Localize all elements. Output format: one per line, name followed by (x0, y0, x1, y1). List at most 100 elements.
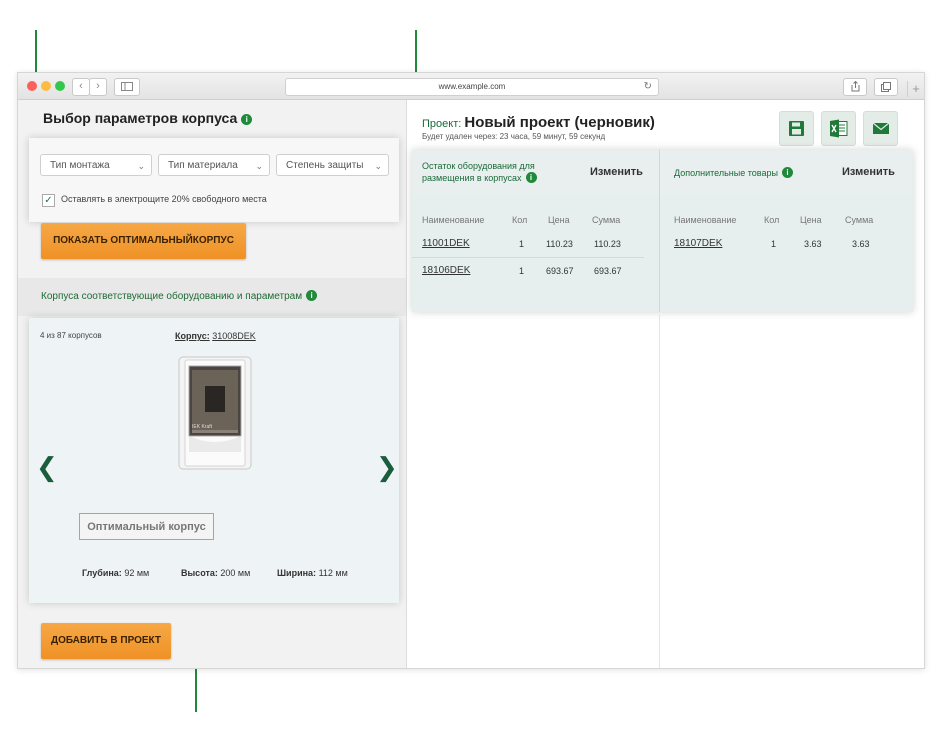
back-button[interactable]: ‹ (72, 78, 90, 96)
sidebar-icon (121, 82, 133, 91)
browser-window: ‹ › www.example.com ↻ + Выбор параметров… (17, 72, 925, 669)
tabs-button[interactable] (874, 78, 898, 96)
excel-icon (830, 119, 848, 138)
item-price: 693.67 (546, 266, 574, 276)
extra-title-text: Дополнительные товары (674, 168, 778, 178)
col-qty: Кол (764, 215, 780, 225)
item-name-link[interactable]: 18106DEK (422, 265, 470, 276)
remainder-title: Остаток оборудования для размещения в ко… (422, 160, 537, 184)
extra-title: Дополнительные товары i (674, 167, 793, 179)
new-tab-button[interactable]: + (907, 81, 924, 97)
item-sum: 110.23 (594, 239, 621, 249)
item-price: 3.63 (804, 239, 822, 249)
result-counter: 4 из 87 корпусов (40, 331, 102, 340)
brand-logo-text: IEK Kraft (192, 424, 213, 430)
height-label: Высота: (181, 568, 218, 578)
extra-header: Дополнительные товары i Изменить (660, 150, 913, 194)
equipment-card: Остаток оборудования для размещения в ко… (412, 150, 913, 312)
close-window-icon[interactable] (27, 81, 37, 91)
remainder-title-line1: Остаток оборудования для (422, 161, 535, 171)
save-button[interactable] (779, 111, 814, 146)
address-bar[interactable]: www.example.com ↻ (285, 78, 659, 96)
section-title: Корпуса соответствующие оборудованию и п… (41, 290, 318, 302)
add-to-project-button[interactable]: ДОБАВИТЬ В ПРОЕКТ (41, 623, 171, 659)
protection-degree-label: Степень защиты (286, 160, 364, 171)
enclosure-result-card: 4 из 87 корпусов Корпус: 31008DEK IEK Kr… (29, 318, 399, 603)
item-sum: 3.63 (852, 239, 870, 249)
show-optimal-button[interactable]: ПОКАЗАТЬ ОПТИМАЛЬНЫЙКОРПУС (41, 223, 246, 259)
chevron-down-icon: ⌄ (137, 161, 145, 171)
material-type-select[interactable]: Тип материала ⌄ (158, 154, 270, 176)
info-icon[interactable]: i (241, 114, 253, 125)
item-sum: 693.67 (594, 266, 622, 276)
depth-value: 92 мм (124, 568, 150, 578)
sidebar-toggle-button[interactable] (114, 78, 140, 96)
depth-label: Глубина: (82, 568, 122, 578)
col-name: Наименование (674, 215, 737, 225)
save-icon (789, 121, 804, 136)
project-prefix: Проект: (422, 118, 462, 130)
forward-button[interactable]: › (89, 78, 107, 96)
enclosure-image: IEK Kraft (178, 356, 252, 470)
edit-extra-button[interactable]: Изменить (842, 166, 895, 178)
height-dimension: Высота: 200 мм (181, 568, 250, 578)
export-excel-button[interactable] (821, 111, 856, 146)
next-arrow-icon[interactable]: ❯ (376, 453, 398, 483)
mount-type-select[interactable]: Тип монтажа ⌄ (40, 154, 152, 176)
material-type-label: Тип материала (168, 160, 238, 171)
corpus-value: 31008DEK (212, 331, 256, 341)
edit-remainder-button[interactable]: Изменить (590, 166, 643, 178)
project-name: Новый проект (черновик) (464, 114, 655, 131)
left-panel: Выбор параметров корпуса i Тип монтажа ⌄ Т… (18, 100, 407, 668)
width-label: Ширина: (277, 568, 317, 578)
page-content: Выбор параметров корпуса i Тип монтажа ⌄ Т… (18, 100, 924, 668)
height-value: 200 мм (220, 568, 251, 578)
info-icon[interactable]: i (525, 172, 537, 183)
col-sum: Сумма (845, 215, 874, 225)
share-icon (851, 80, 859, 92)
corpus-name[interactable]: Корпус: 31008DEK (175, 331, 256, 341)
corpus-key: Корпус: (175, 331, 210, 341)
maximize-window-icon[interactable] (55, 81, 65, 91)
remainder-header: Остаток оборудования для размещения в ко… (412, 150, 659, 194)
tabs-icon (881, 82, 891, 92)
item-name-link[interactable]: 18107DEK (674, 238, 722, 249)
project-expiry: Будет удален через: 23 часа, 59 минут, 5… (422, 132, 606, 141)
col-price: Цена (548, 215, 570, 225)
chevron-down-icon: ⌄ (374, 161, 382, 171)
depth-dimension: Глубина: 92 мм (82, 568, 149, 578)
table-row: 18107DEK 1 3.63 3.63 (660, 238, 913, 258)
free-space-checkbox-label: Оставлять в электрощите 20% свободного м… (61, 194, 267, 204)
item-qty: 1 (519, 239, 525, 249)
mail-icon (872, 122, 890, 134)
optimal-badge: Оптимальный корпус (79, 513, 214, 540)
table-row: 18106DEK 1 693.67 693.67 (412, 265, 659, 285)
url-text: www.example.com (438, 82, 506, 91)
info-icon[interactable]: i (781, 167, 793, 178)
col-qty: Кол (512, 215, 528, 225)
chevron-down-icon: ⌄ (255, 161, 263, 171)
width-value: 112 мм (318, 568, 348, 578)
item-qty: 1 (771, 239, 777, 249)
browser-titlebar: ‹ › www.example.com ↻ + (18, 73, 924, 100)
minimize-window-icon[interactable] (41, 81, 51, 91)
row-divider (412, 257, 644, 258)
item-name-link[interactable]: 11001DEK (422, 238, 470, 249)
protection-degree-select[interactable]: Степень защиты ⌄ (276, 154, 389, 176)
page-title-text: Выбор параметров корпуса (43, 110, 238, 126)
page-title: Выбор параметров корпуса i (43, 110, 253, 126)
project-panel: Проект: Новый проект (черновик) Будет уд… (407, 100, 924, 668)
free-space-checkbox[interactable]: ✓ (42, 194, 55, 207)
item-price: 110.23 (546, 239, 573, 249)
mount-type-label: Тип монтажа (50, 160, 110, 171)
previous-arrow-icon[interactable]: ❮ (36, 453, 58, 483)
email-button[interactable] (863, 111, 898, 146)
share-button[interactable] (843, 78, 867, 96)
width-dimension: Ширина: 112 мм (277, 568, 348, 578)
info-icon[interactable]: i (306, 290, 318, 301)
remainder-title-line2: размещения в корпусах (422, 173, 522, 183)
reload-icon[interactable]: ↻ (644, 79, 652, 95)
item-qty: 1 (519, 266, 525, 276)
col-price: Цена (800, 215, 822, 225)
project-title: Проект: Новый проект (черновик) (422, 114, 655, 131)
